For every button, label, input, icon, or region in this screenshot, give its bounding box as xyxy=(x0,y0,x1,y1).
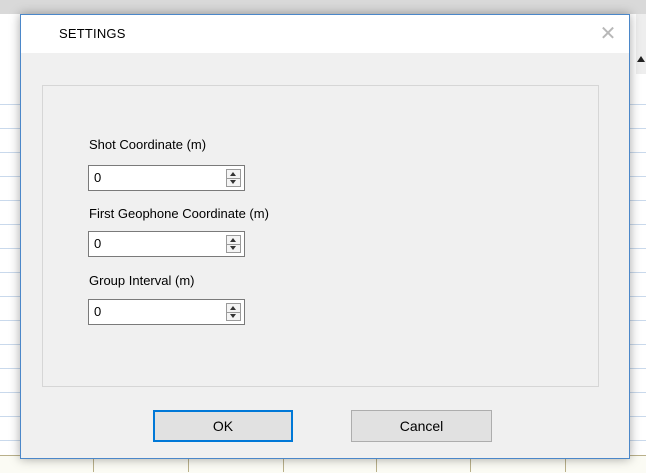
shot-coordinate-label: Shot Coordinate (m) xyxy=(89,137,207,152)
group-interval-input[interactable]: 0 xyxy=(88,299,245,325)
spin-down-arrow-icon xyxy=(230,314,236,318)
spin-down-arrow-icon xyxy=(230,180,236,184)
spin-down-button[interactable] xyxy=(227,244,240,252)
ok-button[interactable]: OK xyxy=(153,410,293,442)
spin-up-arrow-icon xyxy=(230,172,236,176)
close-button[interactable]: ✕ xyxy=(593,21,623,47)
spin-down-button[interactable] xyxy=(227,178,240,186)
settings-dialog: SETTINGS ✕ Shot Coordinate (m) 0 First G… xyxy=(20,14,630,459)
background-top-strip xyxy=(0,0,646,14)
shot-coordinate-spinner xyxy=(226,169,241,187)
first-geophone-coordinate-input[interactable]: 0 xyxy=(88,231,245,257)
close-icon: ✕ xyxy=(599,23,617,45)
first-geophone-coordinate-value: 0 xyxy=(94,236,102,251)
shot-coordinate-value: 0 xyxy=(94,170,102,185)
spin-up-arrow-icon xyxy=(230,238,236,242)
dialog-title: SETTINGS xyxy=(59,26,126,41)
spin-down-arrow-icon xyxy=(230,246,236,250)
group-interval-value: 0 xyxy=(94,304,102,319)
spin-down-button[interactable] xyxy=(227,312,240,320)
group-interval-label: Group Interval (m) xyxy=(89,273,195,288)
first-geophone-coordinate-spinner xyxy=(226,235,241,253)
spin-up-arrow-icon xyxy=(230,306,236,310)
dialog-titlebar[interactable]: SETTINGS ✕ xyxy=(21,15,629,53)
cancel-button[interactable]: Cancel xyxy=(351,410,492,442)
background-caret-icon xyxy=(637,56,645,62)
group-interval-spinner xyxy=(226,303,241,321)
first-geophone-coordinate-label: First Geophone Coordinate (m) xyxy=(89,206,269,221)
shot-coordinate-input[interactable]: 0 xyxy=(88,165,245,191)
background-right-panel xyxy=(636,14,646,74)
